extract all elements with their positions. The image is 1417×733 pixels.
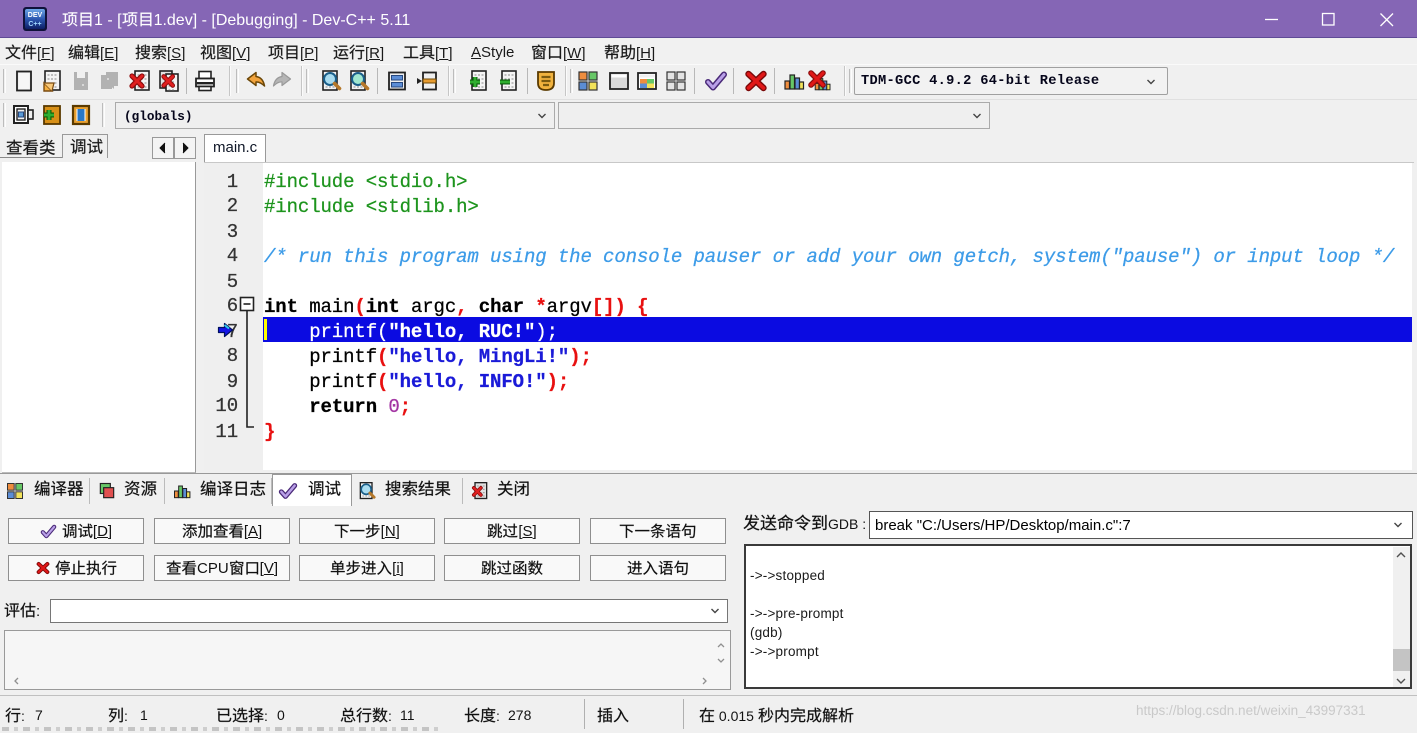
svg-text:DEV: DEV	[28, 12, 43, 19]
svg-text:C++: C++	[28, 21, 41, 28]
